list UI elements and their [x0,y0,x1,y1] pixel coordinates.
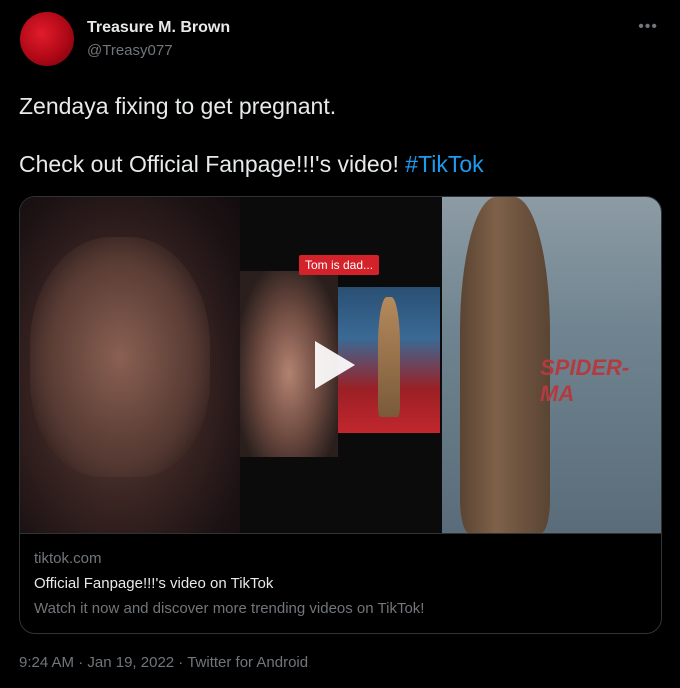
meta-separator: · [74,654,88,671]
link-card[interactable]: Tom is dad... SPIDER-MA tiktok.com Offic… [19,196,662,634]
tweet-text-line2: Check out Official Fanpage!!!'s video! #… [19,151,659,178]
thumbnail-figure [378,297,400,417]
more-horizontal-icon[interactable]: ••• [638,18,658,36]
card-domain: tiktok.com [34,550,102,567]
tweet-date[interactable]: Jan 19, 2022 [87,654,174,671]
thumbnail-dress-figure [460,197,550,533]
tweet-text-line1: Zendaya fixing to get pregnant. [19,93,337,119]
avatar[interactable] [20,12,74,66]
poster-text: SPIDER-MA [540,355,630,406]
card-description: Watch it now and discover more trending … [34,600,425,617]
tweet-source: Twitter for Android [187,654,309,671]
thumbnail-face [30,237,210,477]
overlay-badge: Tom is dad... [299,255,380,275]
play-icon[interactable] [315,341,355,389]
card-info[interactable]: tiktok.com Official Fanpage!!!'s video o… [20,533,661,633]
card-title: Official Fanpage!!!'s video on TikTok [34,575,274,592]
author-handle[interactable]: @Treasy077 [87,42,173,59]
tweet-header: Treasure M. Brown @Treasy077 ••• [20,12,660,72]
hashtag-link[interactable]: #TikTok [405,151,483,177]
meta-separator: · [174,654,188,671]
tweet-meta: 9:24 AM · Jan 19, 2022 · Twitter for And… [19,654,308,671]
tweet-text-body: Check out Official Fanpage!!!'s video! [19,151,399,177]
video-thumbnail[interactable]: Tom is dad... SPIDER-MA [20,197,661,533]
tweet-time[interactable]: 9:24 AM [19,654,74,671]
author-name[interactable]: Treasure M. Brown [87,19,230,37]
